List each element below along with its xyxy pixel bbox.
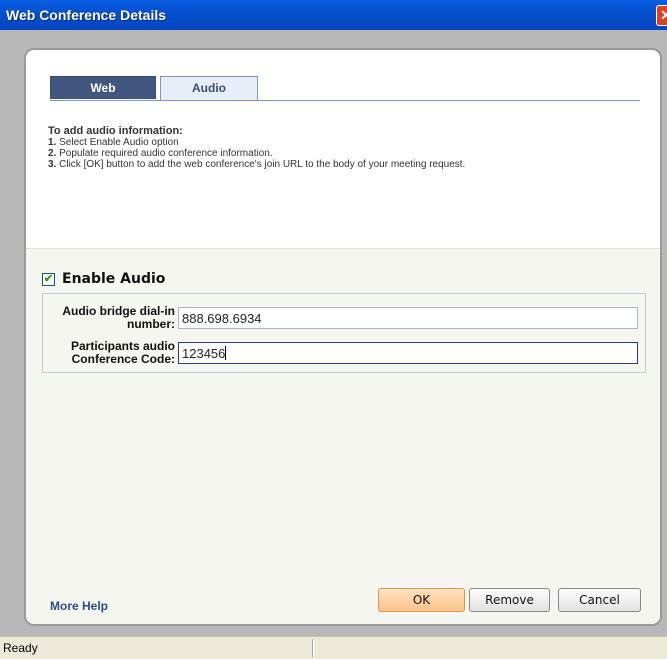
enable-audio-label[interactable]: Enable Audio [62,271,165,287]
window-title: Web Conference Details [6,7,167,23]
step-text: Click [OK] button to add the web confere… [59,159,466,170]
ok-button[interactable]: OK [378,588,465,612]
conference-code-label: Participants audio Conference Code: [43,340,175,366]
bridge-number-input[interactable]: 888.698.6934 [178,307,638,329]
instructions-heading: To add audio information: [48,125,183,137]
instructions: To add audio information: 1. Select Enab… [48,125,465,171]
text-caret [225,346,227,360]
status-bar: Ready [0,636,667,659]
status-divider [312,639,313,657]
title-bar: Web Conference Details ✕ [0,0,667,30]
conference-code-value: 123456 [182,346,226,361]
status-text: Ready [3,641,38,655]
close-icon[interactable]: ✕ [656,5,667,26]
bridge-number-label: Audio bridge dial-in number: [43,305,175,331]
conference-code-input[interactable]: 123456 [178,342,638,364]
bridge-label-line2: number: [127,317,175,331]
tab-strip: Web Audio [50,76,640,101]
tab-audio[interactable]: Audio [160,76,258,100]
step-number: 3. [48,159,57,170]
step-text: Populate required audio conference infor… [59,148,273,159]
step-number: 1. [48,137,57,148]
instruction-step: 1. Select Enable Audio option [48,137,465,148]
step-text: Select Enable Audio option [59,137,179,148]
cancel-button[interactable]: Cancel [558,588,641,612]
step-number: 2. [48,148,57,159]
more-help-link[interactable]: More Help [50,599,108,613]
instruction-step: 3. Click [OK] button to add the web conf… [48,159,465,170]
tab-web[interactable]: Web [50,76,156,99]
audio-settings-area: ✔ Enable Audio Audio bridge dial-in numb… [26,248,660,624]
enable-audio-checkbox[interactable]: ✔ [42,273,55,286]
dialog-panel: Web Audio To add audio information: 1. S… [24,48,662,626]
audio-fields-group: Audio bridge dial-in number: 888.698.693… [42,293,646,373]
instruction-step: 2. Populate required audio conference in… [48,148,465,159]
remove-button[interactable]: Remove [469,588,550,612]
code-label-line2: Conference Code: [71,352,175,366]
